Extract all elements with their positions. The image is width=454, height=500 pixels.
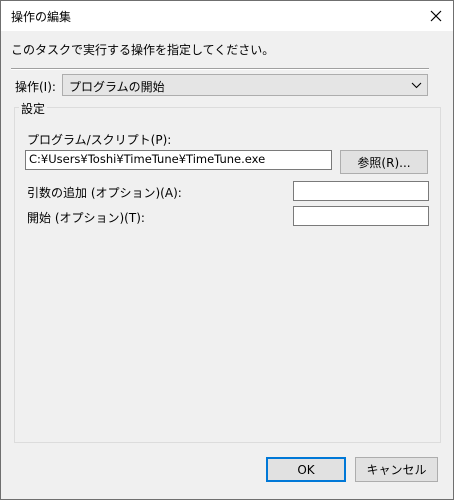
program-label: プログラム/スクリプト(P): (27, 133, 172, 147)
action-label: 操作(I): (15, 80, 56, 94)
chevron-down-icon (411, 82, 422, 89)
separator (11, 68, 429, 70)
start-input[interactable] (293, 206, 429, 226)
close-icon (430, 10, 442, 22)
args-input[interactable] (293, 181, 429, 201)
title-bar: 操作の編集 (1, 1, 453, 31)
close-button[interactable] (423, 3, 449, 29)
edit-action-dialog: 操作の編集 このタスクで実行する操作を指定してください。 操作(I): プログラ… (0, 0, 454, 500)
cancel-button[interactable]: キャンセル (355, 457, 438, 482)
start-label: 開始 (オプション)(T): (27, 211, 145, 225)
args-label: 引数の追加 (オプション)(A): (27, 186, 182, 200)
dialog-title: 操作の編集 (11, 10, 72, 24)
program-input[interactable]: C:¥Users¥Toshi¥TimeTune¥TimeTune.exe (25, 150, 332, 170)
action-select[interactable]: プログラムの開始 (62, 74, 428, 96)
browse-button[interactable]: 参照(R)... (340, 150, 428, 174)
settings-group-label: 設定 (19, 100, 48, 117)
ok-button[interactable]: OK (266, 457, 346, 482)
action-select-value: プログラムの開始 (69, 80, 165, 94)
instruction-text: このタスクで実行する操作を指定してください。 (11, 43, 275, 57)
